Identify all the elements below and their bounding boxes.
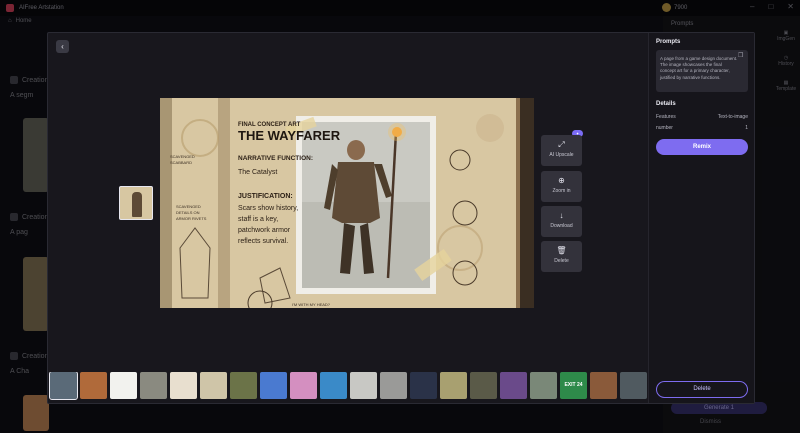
prompt-text: A page from a game design document. The … [660,56,738,80]
thumbnail-item[interactable]: EXIT 24 [560,372,587,399]
detail-value: 1 [745,125,748,131]
margin-note: ARMOR RIVETS [176,216,207,221]
zoom-in-button[interactable]: ⊕ Zoom in [541,171,582,202]
thumbnail-item[interactable] [200,372,227,399]
art-justification-line: staff is a key, [238,216,278,223]
art-heading-big: THE WAYFARER [238,128,341,143]
thumbnail-item[interactable] [590,372,617,399]
chevron-left-icon: ‹ [61,42,64,51]
thumbnail-item[interactable] [620,372,647,399]
thumbnail-item[interactable] [260,372,287,399]
thumbnail-label: EXIT 24 [564,382,583,388]
thumbnail-item[interactable] [500,372,527,399]
prompts-title: Prompts [656,39,681,45]
thumbnail-item[interactable] [80,372,107,399]
concept-art-page: FINAL CONCEPT ART THE WAYFARER NARRATIVE… [160,98,534,308]
thumbnail-item[interactable] [110,372,137,399]
art-justification-line: reflects survival. [238,238,288,245]
thumbnail-item[interactable] [440,372,467,399]
thumbnail-item[interactable] [49,372,78,400]
app-window: AIFree Artstation 7900 – □ ✕ ⌂ Home Crea… [0,0,800,433]
delete-image-label: Delete [554,258,569,264]
thumbnail-item[interactable] [290,372,317,399]
margin-note: SCAVENGED [176,204,201,209]
art-justification-label: JUSTIFICATION: [238,193,293,200]
detail-key: Features [656,114,676,120]
details-title: Details [656,101,676,107]
download-button[interactable]: ↓ Download [541,206,582,237]
thumbnail-item[interactable] [170,372,197,399]
detail-key: number [656,125,673,131]
thumbnail-item[interactable] [230,372,257,399]
margin-note: SCAVENGED [170,154,195,159]
art-justification-line: Scars show history, [238,205,298,212]
thumbnail-strip: EXIT 24 [48,372,648,400]
thumbnail-item[interactable] [380,372,407,399]
thumbnail-item[interactable] [530,372,557,399]
art-narrative-value: The Catalyst [238,169,277,176]
ai-upscale-button[interactable]: ⤢ AI Upscale [541,135,582,166]
ai-upscale-label: AI Upscale [549,152,574,158]
art-justification-line: patchwork armor [238,227,291,234]
delete-image-button[interactable]: 🗑 Delete [541,241,582,272]
copy-icon[interactable]: ❐ [738,52,743,59]
delete-button[interactable]: Delete [656,381,748,398]
detail-value: Text-to-image [717,114,748,120]
thumbnail-item[interactable] [140,372,167,399]
thumbnail-item[interactable] [410,372,437,399]
margin-note: SCABBARD [170,160,192,165]
margin-note: I'M WITH MY HEAD? [292,302,331,307]
trash-icon: 🗑 [556,246,567,255]
art-narrative-label: NARRATIVE FUNCTION: [238,155,313,162]
expand-icon: ⤢ [558,140,565,149]
zoom-in-label: Zoom in [552,188,571,194]
back-button[interactable]: ‹ [56,40,69,53]
thumbnail-item[interactable] [320,372,347,399]
minimap-figure [132,192,142,217]
preview-image: FINAL CONCEPT ART THE WAYFARER NARRATIVE… [160,98,534,308]
remix-button[interactable]: Remix [656,139,748,155]
thumbnail-item[interactable] [350,372,377,399]
minimap-thumbnail[interactable] [119,186,153,220]
margin-note: DETAILS ON [176,210,200,215]
download-icon: ↓ [559,211,564,220]
download-label: Download [550,223,573,229]
zoom-in-icon: ⊕ [558,176,565,185]
thumbnail-item[interactable] [470,372,497,399]
